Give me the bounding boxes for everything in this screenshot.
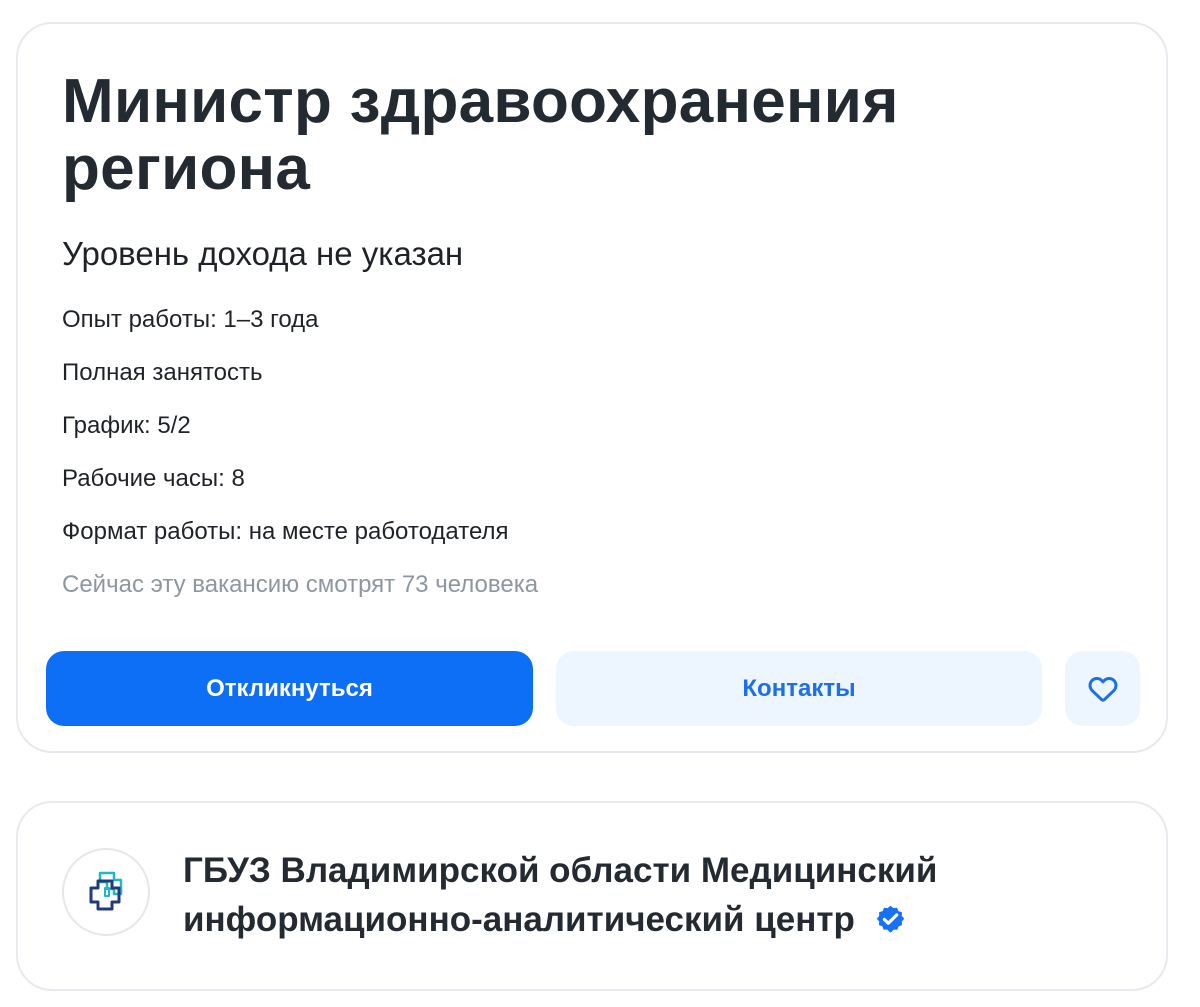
- work-format-detail: Формат работы: на месте работодателя: [62, 518, 509, 545]
- contacts-button-label: Контакты: [742, 674, 856, 702]
- apply-button[interactable]: Откликнуться: [46, 651, 533, 726]
- heart-icon: [1088, 676, 1117, 702]
- vacancy-title: Министр здравоохранения региона: [62, 67, 899, 203]
- verified-badge-icon: [875, 904, 906, 935]
- apply-button-label: Откликнуться: [206, 674, 373, 702]
- income-level: Уровень дохода не указан: [62, 235, 464, 272]
- employer-card[interactable]: ГБУЗ Владимирской области Медицинский ин…: [16, 801, 1168, 991]
- favorite-button[interactable]: [1065, 651, 1140, 726]
- employer-name[interactable]: ГБУЗ Владимирской области Медицинский ин…: [183, 846, 1083, 944]
- vacancy-card: Министр здравоохранения региона Уровень …: [16, 22, 1168, 753]
- schedule-detail: График: 5/2: [62, 412, 191, 439]
- viewer-count: Сейчас эту вакансию смотрят 73 человека: [62, 571, 539, 598]
- medical-cross-logo: [89, 871, 123, 911]
- experience-detail: Опыт работы: 1–3 года: [62, 306, 319, 333]
- employment-type-detail: Полная занятость: [62, 359, 263, 386]
- contacts-button[interactable]: Контакты: [556, 651, 1042, 726]
- working-hours-detail: Рабочие часы: 8: [62, 465, 245, 492]
- employer-name-text: ГБУЗ Владимирской области Медицинский ин…: [183, 851, 938, 939]
- employer-logo: [62, 848, 150, 936]
